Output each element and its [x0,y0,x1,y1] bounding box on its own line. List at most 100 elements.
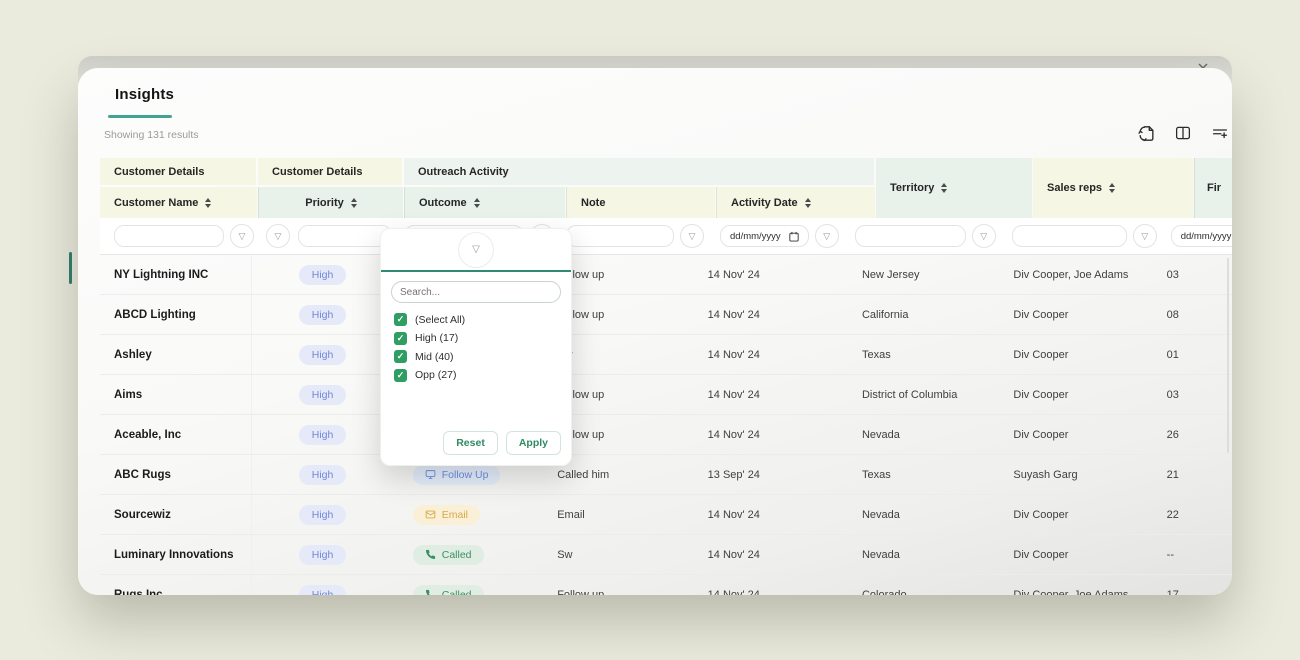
cell-note: Sw [549,549,693,561]
column-header-sales-reps[interactable]: Sales reps [1033,158,1193,218]
reset-button[interactable]: Reset [443,431,498,455]
funnel-icon[interactable]: ▽ [230,224,254,248]
outcome-filter-popup: ▽ ✓ (Select All) ✓ High (17) ✓ Mid (40) … [380,228,572,466]
table-row[interactable]: NY Lightning INC High Follow up 14 Nov' … [100,255,1232,295]
fir-date-filter-input[interactable]: dd/mm/yyyy [1171,225,1232,247]
checkbox-checked-icon[interactable]: ✓ [394,313,407,326]
priority-filter-input[interactable] [298,225,392,247]
funnel-icon[interactable]: ▽ [680,224,704,248]
cell-sales-reps: Suyash Garg [999,469,1154,481]
funnel-icon[interactable]: ▽ [266,224,290,248]
popup-divider [381,270,571,272]
group-header-customer-details-1: Customer Details [100,158,256,185]
sales-reps-filter-input[interactable] [1012,225,1127,247]
column-header-activity-date[interactable]: Activity Date [716,187,875,218]
cell-activity-date: 14 Nov' 24 [694,309,848,321]
table-row[interactable]: ABCD Lighting High Follow up 14 Nov' 24 … [100,295,1232,335]
cell-priority: High [252,505,392,525]
cell-territory: Texas [848,469,999,481]
checkbox-checked-icon[interactable]: ✓ [394,369,407,382]
popup-search-input[interactable] [391,281,561,303]
filter-option-mid[interactable]: ✓ Mid (40) [394,350,465,363]
cell-sales-reps: Div Cooper, Joe Adams [999,589,1154,596]
insights-table: Customer Details Customer Details Outrea… [100,158,1232,595]
customer-name-filter-input[interactable] [114,225,224,247]
checkbox-checked-icon[interactable]: ✓ [394,332,407,345]
column-header-note[interactable]: Note [566,187,715,218]
group-header-outreach-activity: Outreach Activity [404,158,874,185]
outcome-badge: Called [413,545,484,565]
outcome-badge: Follow Up [413,465,501,485]
date-filter-input[interactable]: dd/mm/yyyy [720,225,809,247]
note-filter-input[interactable] [566,225,674,247]
sort-icon [805,198,811,208]
split-columns-icon[interactable] [1171,121,1195,145]
cell-outcome: Email [393,505,549,525]
tab-active-underline [108,115,172,118]
table-row[interactable]: Luminary Innovations High Called Sw 14 N… [100,535,1232,575]
checkbox-checked-icon[interactable]: ✓ [394,350,407,363]
table-row[interactable]: Rugs Inc High Called Follow up 14 Nov' 2… [100,575,1232,595]
cell-activity-date: 14 Nov' 24 [694,509,848,521]
filter-territory: ▽ [843,218,1000,254]
cell-customer-name: Aceable, Inc [100,415,252,454]
column-header-territory[interactable]: Territory [876,158,1032,218]
cell-activity-date: 14 Nov' 24 [694,549,848,561]
cell-customer-name: ABCD Lighting [100,295,252,334]
column-header-outcome[interactable]: Outcome [404,187,565,218]
cell-fir: 22 [1155,509,1232,521]
results-count: Showing 131 results [104,129,199,141]
apply-button[interactable]: Apply [506,431,561,455]
filter-row: ▽ ▽ ▽ ▽ dd/mm/yyyy ▽ [100,218,1232,255]
cell-priority: High [252,545,392,565]
phone-icon [425,549,436,560]
outcome-badge: Email [413,505,480,525]
sort-icon [205,198,211,208]
scrollbar[interactable] [1227,258,1229,453]
cell-priority: High [252,385,392,405]
table-body: NY Lightning INC High Follow up 14 Nov' … [100,255,1232,595]
filter-activity-date: dd/mm/yyyy ▽ [708,218,843,254]
cell-customer-name: Ashley [100,335,252,374]
cell-customer-name: Sourcewiz [100,495,252,534]
column-header-customer-name[interactable]: Customer Name [100,187,257,218]
table-row[interactable]: Aims High Follow up 14 Nov' 24 District … [100,375,1232,415]
priority-badge: High [299,505,347,525]
cell-fir: -- [1155,549,1232,561]
filter-note: ▽ [558,218,708,254]
cell-sales-reps: Div Cooper [999,309,1154,321]
export-document-icon[interactable] [1134,121,1158,145]
funnel-icon[interactable]: ▽ [815,224,839,248]
priority-badge: High [299,425,347,445]
sort-icon [351,198,357,208]
table-row[interactable]: Aceable, Inc High Follow up 14 Nov' 24 N… [100,415,1232,455]
filter-priority: ▽ [258,218,396,254]
cell-fir: 03 [1155,389,1232,401]
cell-activity-date: 14 Nov' 24 [694,349,848,361]
table-row[interactable]: ABC Rugs High Follow Up Called him 13 Se… [100,455,1232,495]
cell-activity-date: 14 Nov' 24 [694,429,848,441]
funnel-icon[interactable]: ▽ [972,224,996,248]
add-to-list-icon[interactable] [1208,121,1232,145]
cell-fir: 08 [1155,309,1232,321]
cell-activity-date: 14 Nov' 24 [694,589,848,596]
cell-activity-date: 14 Nov' 24 [694,389,848,401]
priority-badge: High [299,465,347,485]
table-row[interactable]: Ashley High Sw 14 Nov' 24 Texas Div Coop… [100,335,1232,375]
cell-territory: Texas [848,349,999,361]
column-header-priority[interactable]: Priority [258,187,403,218]
cell-territory: California [848,309,999,321]
territory-filter-input[interactable] [855,225,966,247]
table-header: Customer Details Customer Details Outrea… [100,158,1232,218]
cell-priority: High [252,465,392,485]
cell-outcome: Follow Up [393,465,549,485]
filter-option-high[interactable]: ✓ High (17) [394,332,465,345]
filter-option-opp[interactable]: ✓ Opp (27) [394,369,465,382]
table-row[interactable]: Sourcewiz High Email Email 14 Nov' 24 Ne… [100,495,1232,535]
filter-sales-reps: ▽ [1000,218,1161,254]
column-header-fir[interactable]: Fir [1194,158,1232,218]
funnel-icon[interactable]: ▽ [1133,224,1157,248]
filter-option-select-all[interactable]: ✓ (Select All) [394,313,465,326]
funnel-icon[interactable]: ▽ [458,232,494,268]
filter-customer-name: ▽ [100,218,258,254]
